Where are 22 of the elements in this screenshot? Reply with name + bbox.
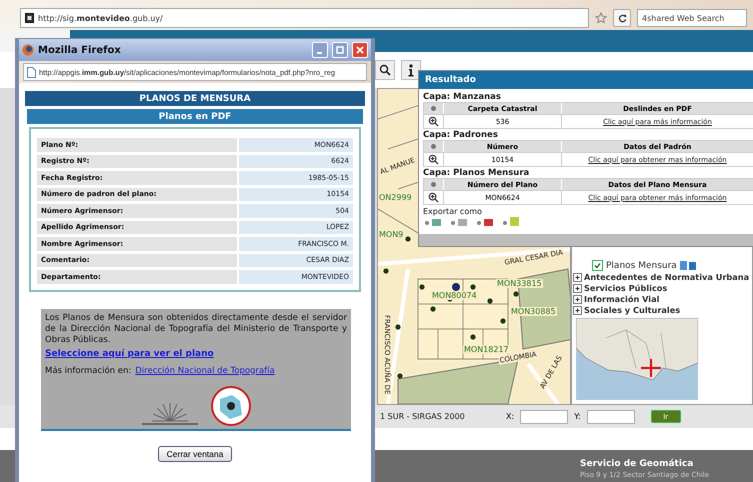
section-subheading: Planos en PDF [27, 109, 363, 124]
section-heading: PLANOS DE MENSURA [25, 91, 365, 106]
plan-label: MON80074 [431, 291, 478, 300]
x-label: X: [506, 412, 514, 421]
plan-label: MON18217 [463, 345, 510, 354]
footer-title: Servicio de Geomática [580, 459, 694, 469]
layer-label: Planos Mensura [606, 260, 677, 270]
url-text: http://sig.montevideo.gub.uy/ [38, 14, 163, 22]
projection-label: 1 SUR - SIRGAS 2000 [380, 412, 466, 421]
window-title: Mozilla Firefox [38, 44, 122, 56]
plan-label: MON33815 [496, 279, 543, 288]
layer-name: Capa: Manzanas [423, 92, 502, 102]
plan-label: ON2999 [378, 193, 413, 202]
more-info-label: Más información en: [45, 366, 132, 376]
result-title: Resultado [419, 71, 753, 89]
plan-label: MON30885 [510, 307, 557, 316]
y-label: Y: [574, 412, 581, 421]
plan-label: MON9 [378, 230, 404, 239]
layer-name: Capa: Planos Mensura [423, 168, 530, 178]
notice-text: Los Planos de Mensura son obtenidos directamente desde el servidor de la Dirección Nacional de Topografía del Ministerio de Transporte y Obras Públicas. [45, 312, 347, 346]
export-label: Exportar como [423, 207, 483, 216]
layer-name: Capa: Padrones [423, 130, 499, 140]
